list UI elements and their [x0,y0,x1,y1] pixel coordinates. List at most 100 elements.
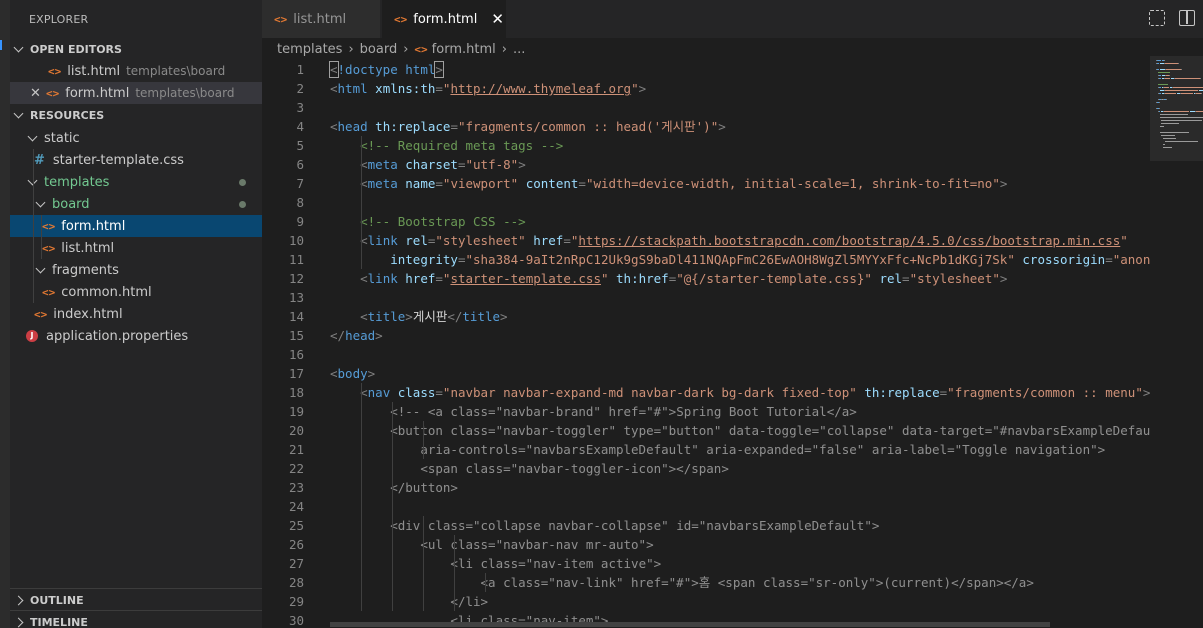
code-line[interactable]: 22 <span class="navbar-toggler-icon"></s… [262,459,729,478]
code-line[interactable]: 9 <!-- Bootstrap CSS --> [262,212,525,231]
code-line[interactable]: 13 [262,288,330,307]
code-line[interactable]: 28 <a class="nav-link" href="#">홈 <span … [262,573,1034,592]
code-token: th:href [616,271,669,286]
code-token: "utf-8" [465,157,519,172]
code-line[interactable]: 14 <title>게시판</title> [262,307,508,326]
folder-static[interactable]: static [10,127,262,149]
open-editor-item-list[interactable]: <> list.html templates\board [10,60,262,82]
minimap-line [1157,63,1159,64]
folder-fragments[interactable]: fragments [10,259,262,281]
code-line[interactable]: 15 </head> [262,326,383,345]
code-line[interactable]: 7 <meta name="viewport" content="width=d… [262,174,1007,193]
code-line[interactable]: 17 <body> [262,364,375,383]
minimap-line [1161,120,1202,121]
file-common-html[interactable]: <> common.html [10,281,262,303]
code-line[interactable]: 21 aria-controls="navbarsExampleDefault"… [262,440,1105,459]
code-line[interactable]: 23 </button> [262,478,458,497]
open-editors-header[interactable]: OPEN EDITORS [10,38,262,60]
line-number: 21 [288,442,304,457]
code-editor[interactable]: 1 <!doctype html> 2 <html xmlns:th="http://… [262,60,1150,628]
code-line[interactable]: 18 <nav class="navbar navbar-expand-md n… [262,383,1150,402]
folder-templates[interactable]: templates [10,171,262,193]
code-token: html [405,62,436,77]
code-token: "viewport" [442,176,519,191]
chevron-down-icon [10,42,26,52]
code-line[interactable]: 12 <link href="starter-template.css" th:… [262,269,1007,288]
file-list-html[interactable]: <> list.html [10,237,262,259]
chevron-down-icon [24,175,40,185]
minimap-line [1159,87,1161,88]
activity-edge [0,0,10,628]
code-token: "fragments/common :: head('게시판')" [457,119,719,134]
code-line[interactable]: 5 <!-- Required meta tags --> [262,136,563,155]
tab-list-html[interactable]: <> list.html [262,0,380,38]
code-token: > [367,366,376,381]
minimap-line [1175,78,1200,79]
code-line[interactable]: 11 integrity = "sha384-9aIt2nRpC12Uk9gS9ba… [262,250,1150,269]
code-token: > [1142,385,1150,400]
minimap[interactable] [1150,56,1203,628]
code-token: "stylesheet" [909,271,1000,286]
code-token: name [405,176,436,191]
line-number: 14 [288,309,304,324]
close-tab-icon[interactable]: ✕ [491,10,504,28]
indent-guide [361,136,362,269]
code-line[interactable]: 8 [262,193,330,212]
outline-header[interactable]: OUTLINE [10,589,262,611]
horizontal-scrollbar[interactable] [330,622,1050,627]
code-line[interactable]: 27 <li class="nav-item active"> [262,554,661,573]
tab-form-html[interactable]: <> form.html ✕ [382,0,506,38]
minimap-line [1196,111,1203,112]
code-text: <link rel="stylesheet" href="https://sta… [330,233,1128,248]
code-line[interactable]: 16 [262,345,330,364]
code-token: head [345,328,376,343]
open-changes-icon[interactable] [1149,10,1165,26]
breadcrumb-templates[interactable]: templates [277,42,342,57]
resources-header[interactable]: RESOURCES [10,104,262,126]
html-file-icon: <> [34,307,48,321]
code-line[interactable]: 19 <!-- <a class="navbar-brand" href="#"… [262,402,857,421]
code-line[interactable]: 2 <html xmlns:th= "http://www.thymeleaf.or… [262,79,646,98]
code-token: " [1120,233,1128,248]
breadcrumb-form-html[interactable]: form.html [432,42,496,57]
code-text: <meta name="viewport" content="width=dev… [330,176,1007,191]
html-file-icon: <> [46,86,60,100]
code-token: nav [367,385,391,400]
code-text: </head> [330,328,383,343]
code-text: <ul class="navbar-nav mr-auto"> [330,537,653,552]
code-text: <span class="navbar-toggler-icon"></span… [330,461,729,476]
breadcrumb-ellipsis[interactable]: ... [513,42,525,57]
code-text: integrity = "sha384-9aIt2nRpC12Uk9gS9baDl4… [330,252,1150,267]
code-line[interactable]: 6 <meta charset="utf-8"> [262,155,525,174]
minimap-line [1201,93,1202,94]
timeline-header[interactable]: TIMELINE [10,611,262,628]
code-line[interactable]: 25 <div class="collapse navbar-collapse"… [262,516,879,535]
code-token: th:replace [864,385,940,400]
open-editor-item-form[interactable]: ✕ <> form.html templates\board [10,82,262,104]
close-icon[interactable]: ✕ [30,86,41,101]
code-line[interactable]: 3 [262,98,330,117]
line-number: 22 [288,461,304,476]
code-line[interactable]: 24 [262,497,330,516]
file-starter-template-css[interactable]: # starter-template.css [10,149,262,171]
code-token: http://www.thymeleaf.org [450,81,632,96]
code-token: > [638,81,647,96]
breadcrumb-board[interactable]: board [360,42,398,57]
code-line[interactable]: 4 <head th:replace="fragments/common :: h… [262,117,725,136]
file-application-properties[interactable]: J application.properties [10,325,262,347]
code-line[interactable]: 20 <button class="navbar-toggler" type="… [262,421,1150,440]
code-line[interactable]: 26 <ul class="navbar-nav mr-auto"> [262,535,654,554]
file-index-html[interactable]: <> index.html [10,303,262,325]
code-text: <html xmlns:th= "http://www.thymeleaf.org… [330,81,646,96]
file-form-html[interactable]: <> form.html [10,215,262,237]
folder-board[interactable]: board [10,193,262,215]
line-number: 29 [288,594,304,609]
minimap-line [1199,90,1203,91]
code-token: 게시판 [412,309,448,324]
code-token: = [435,385,443,400]
code-line[interactable]: 1 <!doctype html> [262,60,444,79]
code-line[interactable]: 10 <link rel="stylesheet" href="https://… [262,231,1128,250]
split-editor-icon[interactable] [1179,10,1195,26]
